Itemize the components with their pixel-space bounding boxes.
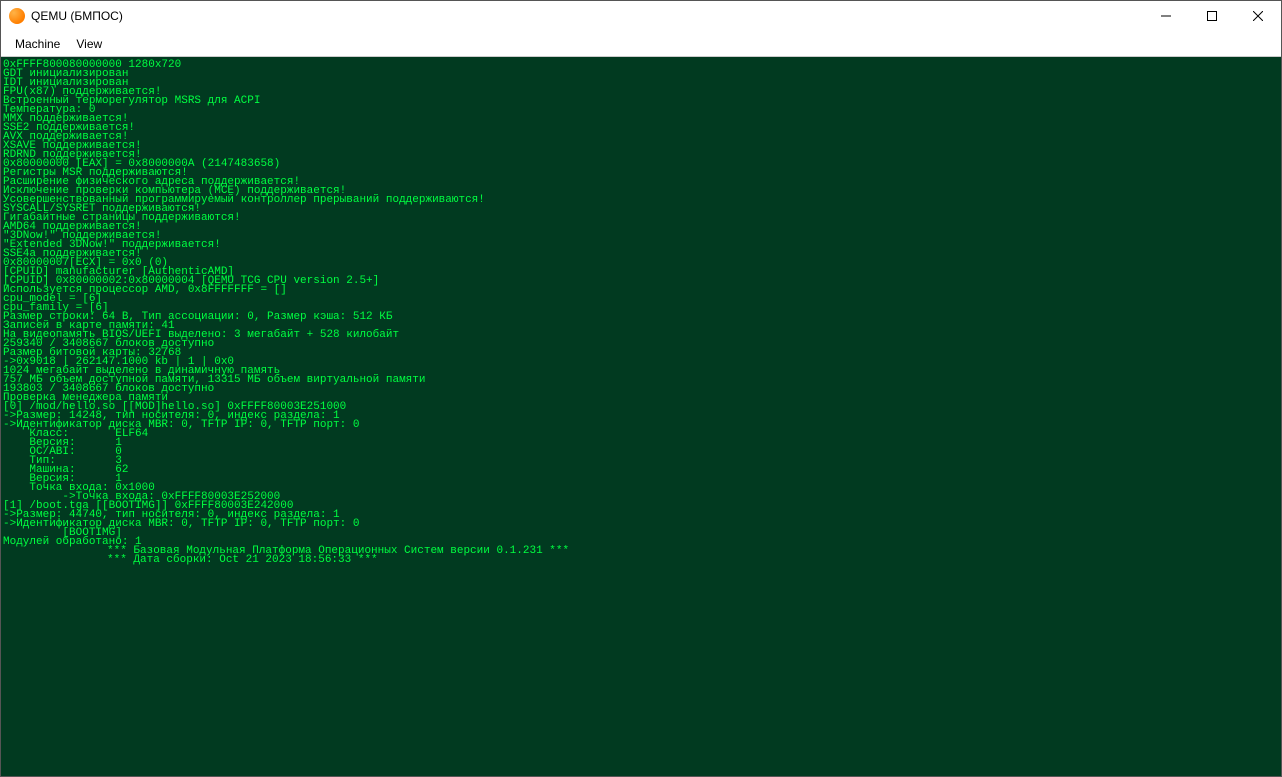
window-title: QEMU (БМПОС) [31,9,123,23]
console-line: AMD64 поддерживается! [3,223,1279,232]
console-line: MMX поддерживается! [3,115,1279,124]
console-line: ->Идентификатор диска MBR: 0, TFTP IP: 0… [3,421,1279,430]
console-line: 0xFFFF800080000000 1280x720 [3,61,1279,70]
console-line: [BOOTIMG] [3,529,1279,538]
console-line: cpu_model = [6] [3,295,1279,304]
console-line: GDT инициализирован [3,70,1279,79]
console-line: Класс: ELF64 [3,430,1279,439]
minimize-button[interactable] [1143,1,1189,31]
console-line: 193803 / 3408667 блоков доступно [3,385,1279,394]
maximize-button[interactable] [1189,1,1235,31]
menu-machine[interactable]: Machine [7,33,68,55]
console-line: XSAVE поддерживается! [3,142,1279,151]
window-titlebar: QEMU (БМПОС) [1,1,1281,31]
console-line: SSE4a поддерживается! [3,250,1279,259]
console-line: 0x80000000 [EAX] = 0x8000000A (214748365… [3,160,1279,169]
console-line: 259340 / 3408667 блоков доступно [3,340,1279,349]
console-line: ->Идентификатор диска MBR: 0, TFTP IP: 0… [3,520,1279,529]
console-line: IDT инициализирован [3,79,1279,88]
qemu-app-icon [9,8,25,24]
console-line: Гигабайтные страницы поддерживаются! [3,214,1279,223]
menu-bar: Machine View [1,31,1281,57]
console-output: 0xFFFF800080000000 1280x720GDT инициализ… [1,57,1281,776]
console-line: SSE2 поддерживается! [3,124,1279,133]
window-controls [1143,1,1281,31]
menu-view[interactable]: View [68,33,110,55]
console-line: Тип: 3 [3,457,1279,466]
console-line: AVX поддерживается! [3,133,1279,142]
close-button[interactable] [1235,1,1281,31]
console-line: "Extended 3DNow!" поддерживается! [3,241,1279,250]
console-line: Версия: 1 [3,475,1279,484]
console-line: Используется процессор AMD, 0x8FFFFFFF =… [3,286,1279,295]
console-line: ОС/ABI: 0 [3,448,1279,457]
console-line: Версия: 1 [3,439,1279,448]
console-line: Размер строки: 64 B, Тип ассоциации: 0, … [3,313,1279,322]
console-line: Машина: 62 [3,466,1279,475]
console-line: Температура: 0 [3,106,1279,115]
banner-build-date: *** Дата сборки: Oct 21 2023 18:56:33 **… [3,556,1279,565]
console-line: Встроенный терморегулятор MSRS для ACPI [3,97,1279,106]
